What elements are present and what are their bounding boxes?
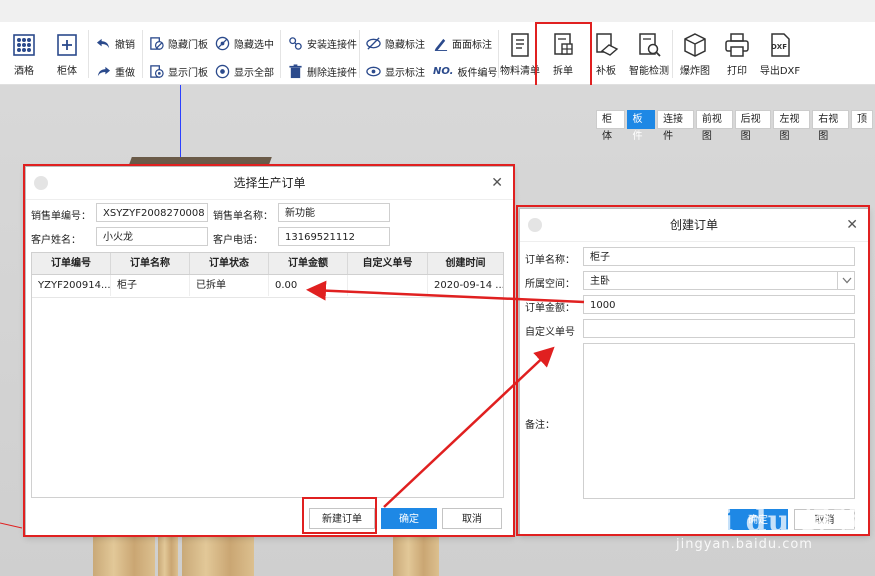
exploded-view-button[interactable]: 爆炸图 — [673, 32, 717, 77]
install-connector-button[interactable]: 安装连接件 — [288, 34, 357, 52]
face-annotation-button[interactable]: 面面标注 — [433, 34, 492, 52]
hide-selected-icon — [215, 36, 230, 50]
new-order-highlight — [302, 497, 377, 534]
cabinet-panel-mid — [158, 536, 178, 576]
hide-door-label: 隐藏门板 — [168, 39, 208, 51]
install-connector-icon — [289, 36, 302, 50]
tab-panel[interactable]: 板件 — [626, 110, 656, 142]
show-door-icon — [150, 64, 164, 78]
select-dialog-highlight — [23, 164, 515, 537]
tab-right-view[interactable]: 右视图 — [812, 110, 850, 142]
split-order-highlight — [535, 22, 592, 87]
print-icon — [725, 33, 749, 57]
show-door-button[interactable]: 显示门板 — [149, 62, 208, 80]
delete-connector-icon — [289, 63, 302, 78]
exploded-view-icon — [684, 33, 706, 57]
face-annotation-icon — [434, 38, 448, 51]
hide-annotation-icon — [366, 36, 381, 50]
tab-front-view[interactable]: 前视图 — [695, 110, 733, 142]
hide-door-button[interactable]: 隐藏门板 — [149, 34, 208, 52]
show-all-label: 显示全部 — [234, 67, 274, 79]
cabinet-panel-left — [93, 536, 155, 576]
cabinet-panel-right — [393, 536, 439, 576]
redo-icon — [97, 66, 111, 76]
show-annotation-button[interactable]: 显示标注 — [366, 62, 425, 80]
delete-connector-label: 删除连接件 — [307, 67, 357, 79]
tab-back-view[interactable]: 后视图 — [734, 110, 772, 142]
print-label: 打印 — [727, 66, 747, 77]
undo-button[interactable]: 撤销 — [96, 34, 135, 52]
redo-button[interactable]: 重做 — [96, 62, 135, 80]
hide-selected-label: 隐藏选中 — [234, 39, 274, 51]
material-list-icon — [511, 33, 529, 57]
hide-annotation-label: 隐藏标注 — [385, 39, 425, 51]
panel-number-button[interactable]: NO. 板件编号 — [433, 62, 497, 80]
view-tabs: 柜体 板件 连接件 前视图 后视图 左视图 右视图 顶 — [596, 110, 875, 142]
export-dxf-badge: DXF — [771, 43, 787, 51]
show-all-button[interactable]: 显示全部 — [215, 62, 274, 80]
show-annotation-icon — [366, 66, 381, 76]
panel-number-icon: NO. — [433, 65, 454, 77]
show-door-label: 显示门板 — [168, 67, 208, 79]
export-dxf-label: 导出DXF — [759, 66, 801, 77]
hide-selected-button[interactable]: 隐藏选中 — [215, 34, 274, 52]
tab-connector[interactable]: 连接件 — [657, 110, 694, 142]
redo-label: 重做 — [115, 67, 135, 79]
undo-label: 撤销 — [115, 39, 135, 51]
install-connector-label: 安装连接件 — [307, 39, 357, 51]
cabinet-label: 柜体 — [57, 66, 77, 77]
exploded-view-label: 爆炸图 — [680, 66, 710, 77]
show-all-icon — [215, 64, 230, 78]
wine-rack-label: 酒格 — [14, 66, 34, 77]
wine-rack-icon — [13, 34, 35, 56]
toolbar-separator — [280, 30, 281, 78]
hide-annotation-button[interactable]: 隐藏标注 — [366, 34, 425, 52]
tab-cabinet[interactable]: 柜体 — [596, 110, 625, 142]
toolbar-separator — [88, 30, 89, 78]
cabinet-button[interactable]: 柜体 — [45, 32, 89, 77]
delete-connector-button[interactable]: 删除连接件 — [288, 62, 357, 80]
cabinet-add-icon — [57, 34, 77, 56]
wine-rack-button[interactable]: 酒格 — [2, 32, 46, 77]
y-axis-line — [180, 85, 181, 165]
toolbar-separator — [142, 30, 143, 78]
title-strip — [0, 0, 875, 22]
tab-left-view[interactable]: 左视图 — [773, 110, 811, 142]
tab-top-view[interactable]: 顶 — [851, 110, 874, 129]
panel-number-label: 板件编号 — [457, 67, 498, 79]
export-dxf-button[interactable]: 导出DXF — [758, 32, 802, 77]
main-toolbar: 酒格 柜体 撤销 重做 隐藏门板 显示门板 隐藏选中 显示全部 安装连接件 删除… — [0, 22, 875, 85]
patch-panel-icon — [596, 33, 619, 56]
smart-detect-label: 智能检测 — [629, 66, 669, 77]
toolbar-separator — [359, 30, 360, 78]
smart-detect-button[interactable]: 智能检测 — [627, 32, 671, 77]
undo-icon — [96, 38, 110, 48]
smart-detect-icon — [639, 33, 661, 57]
cabinet-panel-center — [182, 536, 254, 576]
watermark-brand: Bai du 经验 — [675, 504, 864, 539]
watermark-url: jingyan.baidu.com — [676, 537, 813, 552]
hide-door-icon — [150, 36, 164, 50]
print-button[interactable]: 打印 — [715, 32, 759, 77]
show-annotation-label: 显示标注 — [385, 67, 425, 79]
create-dialog-highlight — [516, 205, 870, 536]
face-annotation-label: 面面标注 — [452, 39, 492, 51]
